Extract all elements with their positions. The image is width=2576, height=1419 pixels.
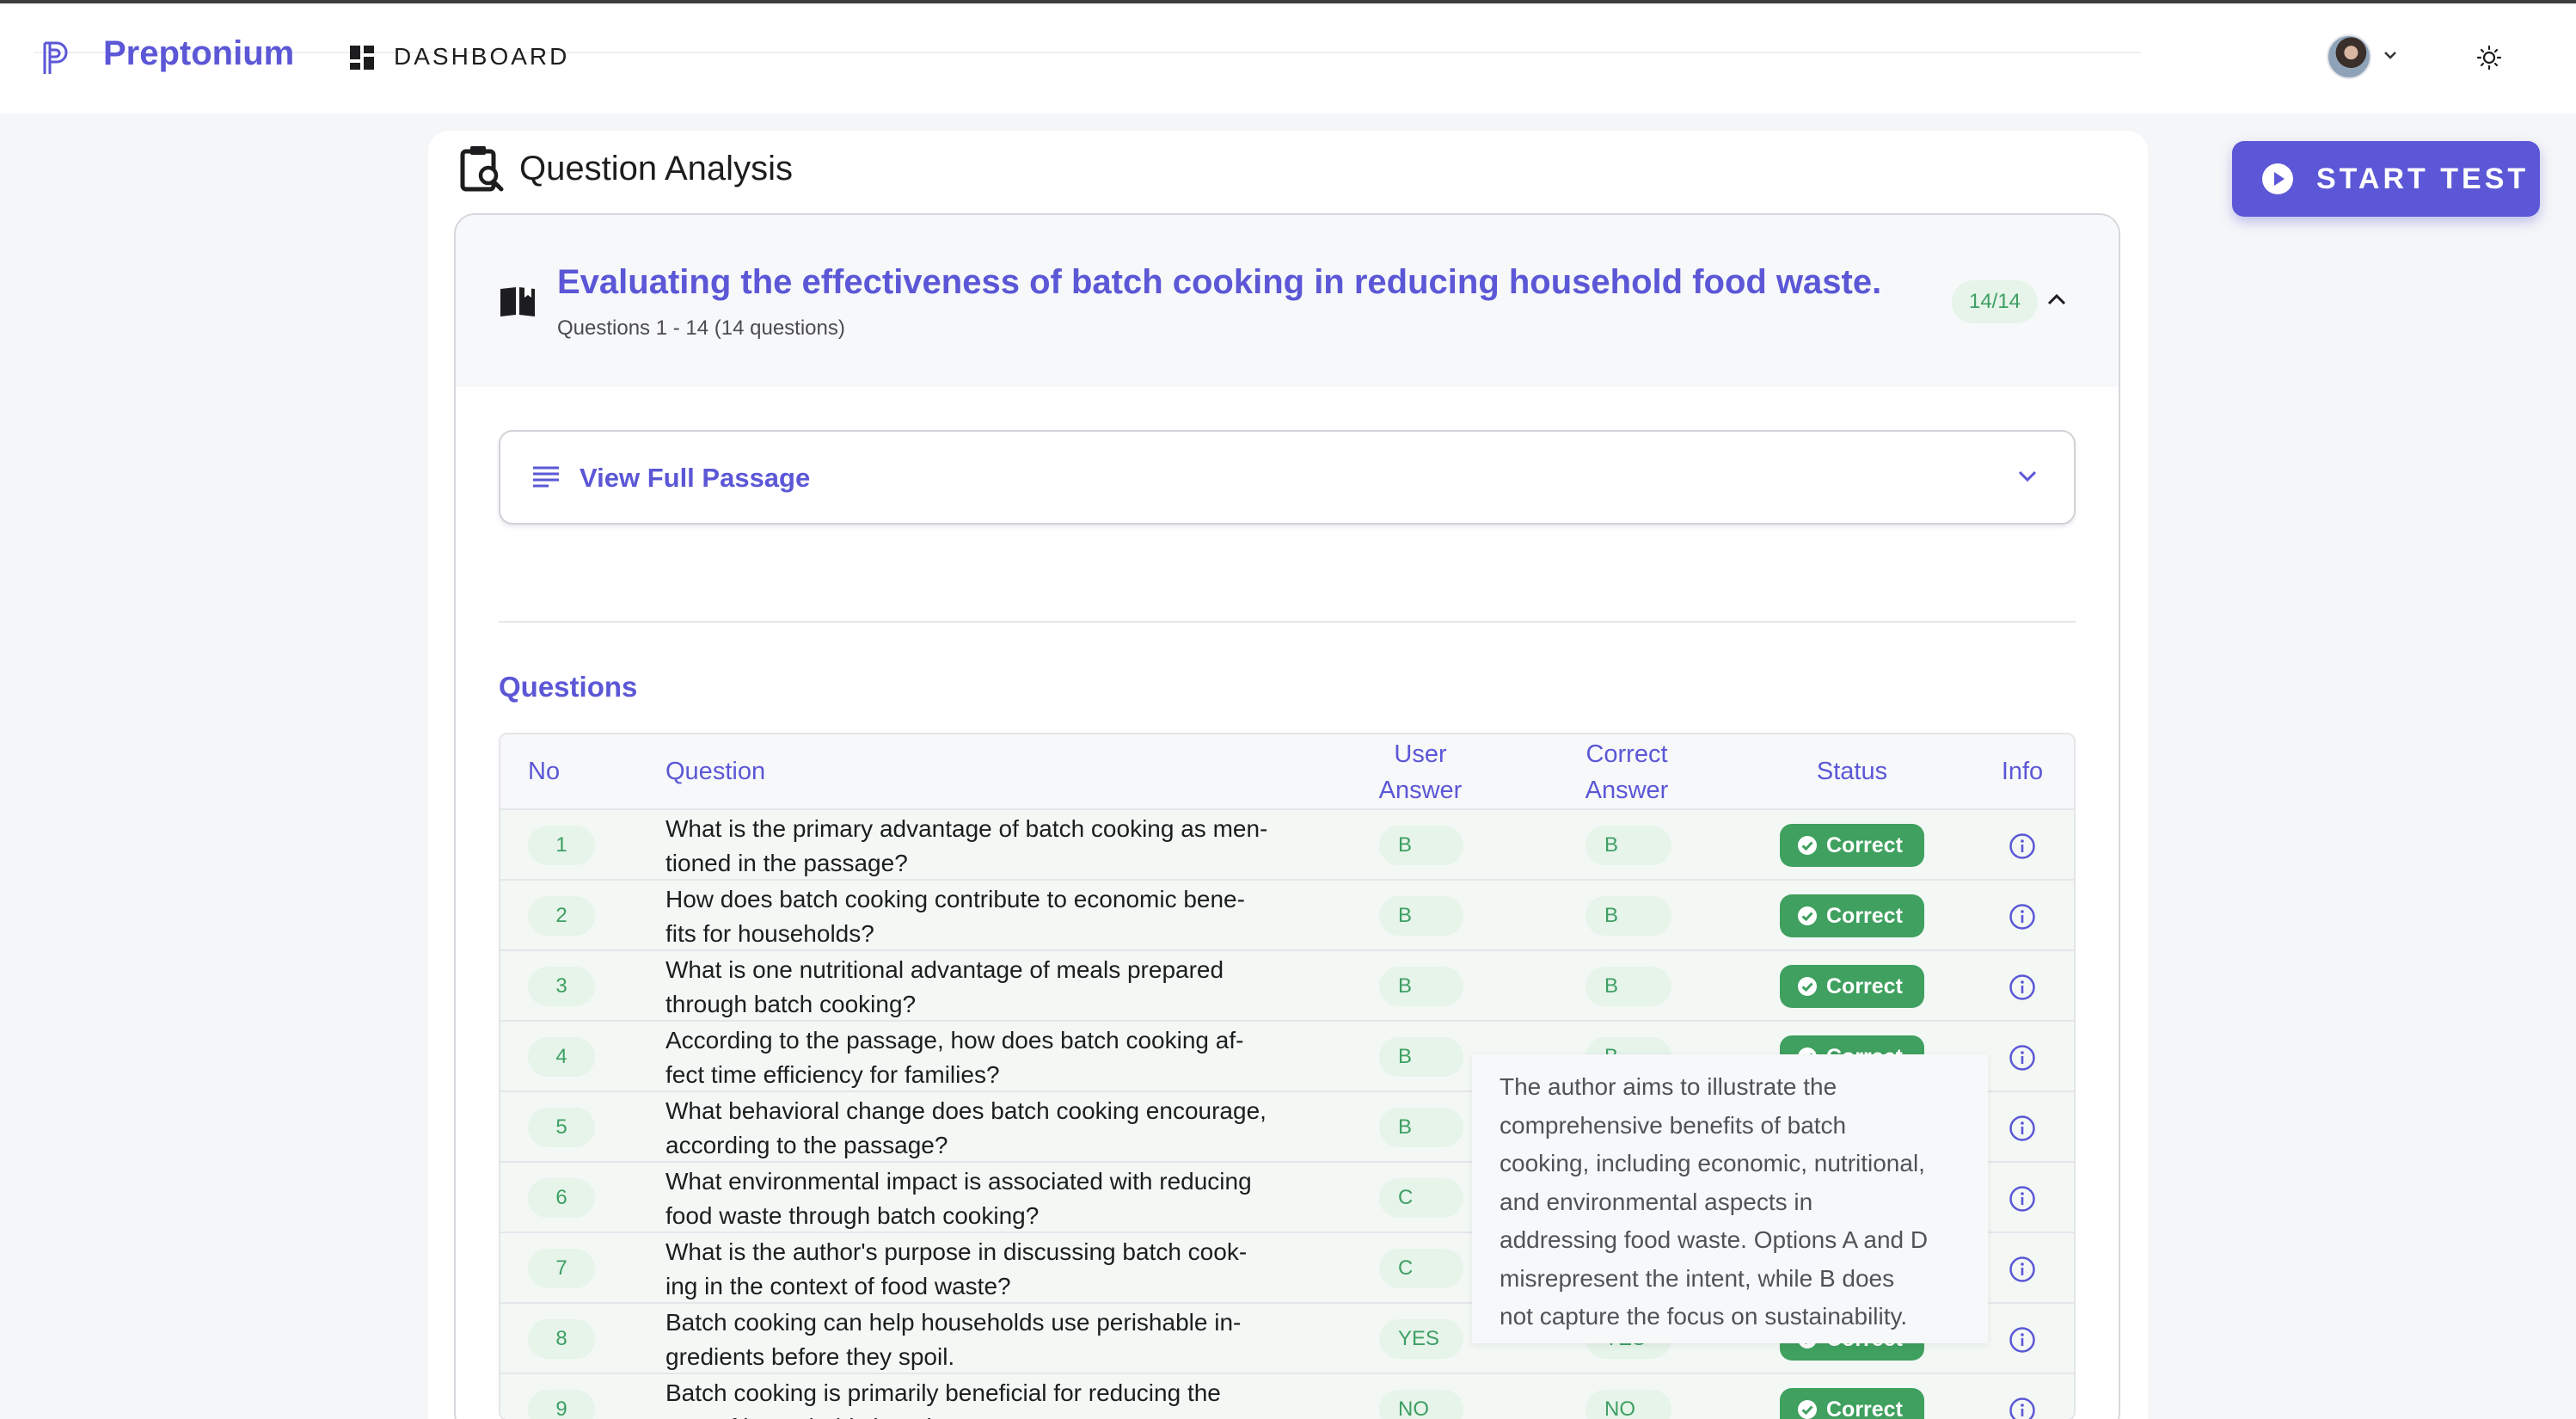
column-header-question: Question [665,758,766,785]
question-number-badge: 6 [528,1178,595,1218]
tooltip-line: The author aims to illustrate the [1500,1073,1837,1100]
question-number-badge: 8 [528,1319,595,1359]
table-row: 1 What is the primary advantage of batch … [500,810,2074,881]
correct-answer-badge: B [1585,967,1671,1006]
chevron-up-icon[interactable] [2045,291,2069,308]
tooltip-line: misrepresent the intent, while B does [1500,1264,1895,1292]
question-text: What environmental impact is associated … [665,1168,1252,1229]
check-circle-icon [1798,836,1817,855]
page-title: Question Analysis [519,150,793,187]
question-text: How does batch cooking contribute to eco… [665,886,1245,947]
passage-title: Evaluating the effectiveness of batch co… [557,263,1882,301]
tooltip-line: comprehensive benefits of batch [1500,1111,1847,1139]
correct-answer-badge: NO [1585,1390,1671,1419]
start-test-button[interactable]: START TEST [2232,141,2540,217]
logo-mark-icon[interactable] [40,40,71,77]
info-icon[interactable] [2009,903,2036,931]
status-badge: Correct [1780,824,1924,867]
user-avatar[interactable] [2327,34,2371,79]
start-test-label: START TEST [2316,162,2530,195]
column-header-correct-answer: Correct Answer [1585,740,1669,804]
open-book-icon [500,287,535,316]
tooltip-line: addressing food waste. Options A and D [1500,1226,1929,1253]
info-icon[interactable] [2009,1115,2036,1142]
sun-icon[interactable] [2476,45,2502,71]
table-header: No Question User Answer Correct Answer S… [500,734,2074,810]
check-circle-icon [1798,906,1817,925]
info-icon[interactable] [2009,974,2036,1001]
check-circle-icon [1798,1400,1817,1419]
score-badge: 14/14 [1952,280,2038,323]
nav-dashboard[interactable]: DASHBOARD [394,43,569,71]
correct-answer-badge: B [1585,826,1671,865]
question-text: What is the author's purpose in discussi… [665,1238,1248,1299]
status-badge: Correct [1780,965,1924,1008]
user-answer-badge: C [1379,1249,1463,1288]
user-answer-badge: NO [1379,1390,1463,1419]
play-circle-icon [2262,163,2293,194]
clipboard-search-icon [460,146,504,192]
explanation-tooltip: The author aims to illustrate the compre… [1472,1054,1988,1343]
info-icon[interactable] [2009,1256,2036,1283]
info-icon[interactable] [2009,1326,2036,1354]
question-number-badge: 9 [528,1390,595,1419]
info-icon[interactable] [2009,1397,2036,1419]
question-number-badge: 4 [528,1037,595,1077]
user-answer-badge: B [1379,1037,1463,1077]
question-number-badge: 2 [528,896,595,936]
column-header-info: Info [2001,758,2044,785]
question-number-badge: 7 [528,1249,595,1288]
question-text: Batch cooking can help households use pe… [665,1309,1242,1370]
user-answer-badge: C [1379,1178,1463,1218]
user-answer-badge: B [1379,967,1463,1006]
question-text: What is one nutritional advantage of mea… [665,956,1224,1017]
correct-answer-badge: B [1585,896,1671,936]
table-row: 3 What is one nutritional advantage of me… [500,951,2074,1022]
dashboard-grid-icon[interactable] [349,45,375,71]
user-answer-badge: B [1379,896,1463,936]
column-header-no: No [528,758,561,785]
column-header-status: Status [1816,758,1888,785]
question-number-badge: 5 [528,1108,595,1147]
info-icon[interactable] [2009,1044,2036,1072]
user-answer-badge: YES [1379,1319,1463,1359]
status-badge: Correct [1780,1388,1924,1419]
chevron-down-icon[interactable] [2015,468,2039,485]
section-divider [499,621,2076,623]
info-icon[interactable] [2009,1185,2036,1213]
info-icon[interactable] [2009,832,2036,860]
tooltip-line: not capture the focus on sustainability. [1500,1303,1908,1330]
tooltip-line: and environmental aspects in [1500,1188,1813,1215]
passage-question-range: Questions 1 - 14 (14 questions) [557,316,845,340]
question-text: Batch cooking is primarily beneficial fo… [665,1379,1221,1419]
table-row: 9 Batch cooking is primarily beneficial f… [500,1374,2074,1419]
questions-heading: Questions [499,671,638,703]
question-number-badge: 3 [528,967,595,1006]
question-text: According to the passage, how does batch… [665,1027,1244,1088]
column-header-user-answer: User Answer [1378,740,1463,804]
tooltip-line: cooking, including economic, nutritional… [1500,1150,1925,1176]
text-lines-icon [533,466,559,488]
table-row: 2 How does batch cooking contribute to ec… [500,881,2074,951]
chevron-down-icon[interactable] [2382,48,2399,62]
view-passage-label[interactable]: View Full Passage [580,463,810,494]
user-answer-badge: B [1379,826,1463,865]
top-navbar [0,3,2576,114]
question-number-badge: 1 [528,826,595,865]
brand-name[interactable]: Preptonium [103,34,294,73]
question-text: What is the primary advantage of batch c… [665,815,1268,876]
question-text: What behavioral change does batch cookin… [665,1097,1267,1158]
user-answer-badge: B [1379,1108,1463,1147]
status-badge: Correct [1780,894,1924,937]
check-circle-icon [1798,977,1817,996]
